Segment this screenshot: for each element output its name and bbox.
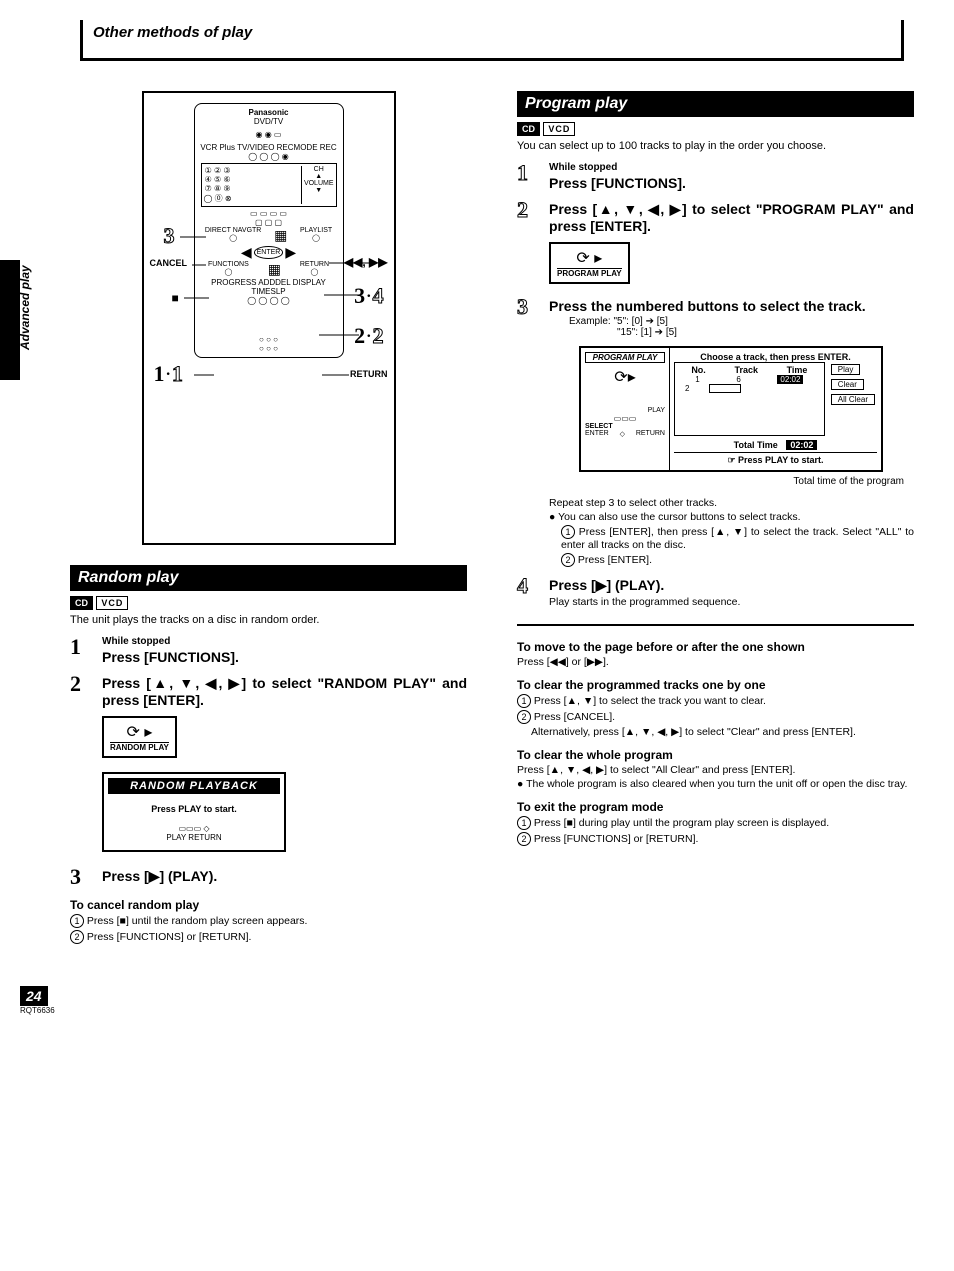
callout-return: RETURN xyxy=(350,369,388,379)
random-intro: The unit plays the tracks on a disc in r… xyxy=(70,614,467,626)
pstep-3-title: Press the numbered buttons to select the… xyxy=(549,298,914,314)
row1-time: 02:02 xyxy=(777,375,803,384)
move-text: Press [◀◀] or [▶▶]. xyxy=(517,656,914,668)
pstep-4-sub: Play starts in the programmed sequence. xyxy=(549,596,914,608)
clear1-alt: Alternatively, press [▲, ▼, ◀, ▶] to sel… xyxy=(517,726,914,738)
screen-caption: Total time of the program xyxy=(549,476,904,487)
ps-total-val: 02:02 xyxy=(786,440,817,450)
col-track: Track xyxy=(734,365,758,375)
exit-heading: To exit the program mode xyxy=(517,800,914,814)
left-column: Panasonic DVD/TV ◉ ◉ ▭ VCR Plus TV/VIDEO… xyxy=(70,81,467,946)
callout-3: 3 xyxy=(164,223,175,249)
side-label: Advanced play xyxy=(18,265,32,350)
ps-title: PROGRAM PLAY xyxy=(585,352,665,363)
cursor-1: 1 Press [ENTER], then press [▲, ▼] to se… xyxy=(549,525,914,551)
row1-no: 1 xyxy=(695,375,699,384)
pstep-4-number: 4 xyxy=(517,575,541,610)
ps-choose: Choose a track, then press ENTER. xyxy=(674,352,877,362)
callout-34: 3·4 xyxy=(354,283,383,309)
ps-btn-allclear: All Clear xyxy=(831,394,875,405)
repeat-text: Repeat step 3 to select other tracks. xyxy=(549,497,914,509)
divider xyxy=(517,624,914,626)
right-column: Program play CD VCD You can select up to… xyxy=(517,81,914,946)
step-2-number: 2 xyxy=(70,673,94,860)
remote-brand: Panasonic xyxy=(199,108,339,117)
program-play-screen: PROGRAM PLAY ⟳▸ PLAY ▭▭▭ SELECT ENTER◇RE… xyxy=(579,346,883,472)
badge-vcd-2: VCD xyxy=(543,122,575,136)
step-3-title: Press [▶] (PLAY). xyxy=(102,868,467,885)
clear1-1: 1 Press [▲, ▼] to select the track you w… xyxy=(517,694,914,708)
step-1-number: 1 xyxy=(70,636,94,667)
pstep-1-small: While stopped xyxy=(549,162,914,173)
step-3-number: 3 xyxy=(70,866,94,888)
step-1-small: While stopped xyxy=(102,636,467,647)
page-header: Other methods of play xyxy=(80,20,904,61)
exit-1: 1 Press [■] during play until the progra… xyxy=(517,816,914,830)
clearall-text: Press [▲, ▼, ◀, ▶] to select "All Clear"… xyxy=(517,764,914,776)
pstep-2-number: 2 xyxy=(517,199,541,290)
pstep-2-title: Press [▲, ▼, ◀, ▶] to select "PROGRAM PL… xyxy=(549,201,914,234)
ps-select-label: SELECT xyxy=(585,423,665,430)
cancel-random-1: 1 Press [■] until the random play screen… xyxy=(70,914,467,928)
rpb-text: Press PLAY to start. xyxy=(104,798,284,820)
cancel-random-heading: To cancel random play xyxy=(70,898,467,912)
ps-btn-clear: Clear xyxy=(831,379,864,390)
cancel-random-2: 2 Press [FUNCTIONS] or [RETURN]. xyxy=(70,930,467,944)
ps-play-label: PLAY xyxy=(585,407,665,414)
remote-subbrand: DVD/TV xyxy=(199,117,339,126)
pstep-4-title: Press [▶] (PLAY). xyxy=(549,577,914,594)
col-no: No. xyxy=(691,365,706,375)
program-icon: ⟳ ▸ xyxy=(557,248,622,268)
random-icon-label: RANDOM PLAY xyxy=(110,742,169,752)
move-heading: To move to the page before or after the … xyxy=(517,640,914,654)
callout-rewff: ◀◀, ▶▶ xyxy=(344,255,388,269)
col-time: Time xyxy=(787,365,808,375)
cursor-2: 2 Press [ENTER]. xyxy=(549,553,914,567)
row2-no: 2 xyxy=(685,384,689,393)
ps-hint: ☞ Press PLAY to start. xyxy=(674,452,877,466)
ps-nav-icon: ▭▭▭ xyxy=(585,414,665,423)
step-1-title: Press [FUNCTIONS]. xyxy=(102,649,467,665)
example-2: "15": [1] ➔ [5] xyxy=(617,327,914,338)
rpb-controls: ▭▭▭ ◇PLAY RETURN xyxy=(104,820,284,850)
callout-11: 1·1 xyxy=(154,361,183,387)
step-2-title: Press [▲, ▼, ◀, ▶] to select "RANDOM PLA… xyxy=(102,675,467,708)
exit-2: 2 Press [FUNCTIONS] or [RETURN]. xyxy=(517,832,914,846)
remote-diagram: Panasonic DVD/TV ◉ ◉ ▭ VCR Plus TV/VIDEO… xyxy=(142,91,396,545)
page-number: 24 xyxy=(20,986,48,1006)
clearall-note: ● The whole program is also cleared when… xyxy=(517,778,914,790)
ps-icon: ⟳▸ xyxy=(585,367,665,387)
clearall-heading: To clear the whole program xyxy=(517,748,914,762)
pstep-1-title: Press [FUNCTIONS]. xyxy=(549,175,914,191)
program-play-icon-box: ⟳ ▸ PROGRAM PLAY xyxy=(549,242,630,284)
random-play-header: Random play xyxy=(70,565,467,591)
clear1-heading: To clear the programmed tracks one by on… xyxy=(517,678,914,692)
ps-btn-play: Play xyxy=(831,364,861,375)
badge-cd-2: CD xyxy=(517,122,540,136)
callout-22: 2·2 xyxy=(354,323,383,349)
pstep-3-number: 3 xyxy=(517,296,541,569)
badge-cd: CD xyxy=(70,596,93,610)
badge-vcd: VCD xyxy=(96,596,128,610)
rpb-header: RANDOM PLAYBACK xyxy=(108,778,280,794)
ps-total-label: Total Time xyxy=(734,440,778,450)
program-intro: You can select up to 100 tracks to play … xyxy=(517,140,914,152)
side-tab xyxy=(0,260,20,380)
ps-return-label: RETURN xyxy=(636,430,665,438)
row1-track: 6 xyxy=(736,375,740,384)
program-play-header: Program play xyxy=(517,91,914,117)
program-icon-label: PROGRAM PLAY xyxy=(557,268,622,278)
pstep-1-number: 1 xyxy=(517,162,541,193)
callout-stop: ■ xyxy=(172,291,179,305)
clear1-2: 2 Press [CANCEL]. xyxy=(517,710,914,724)
doc-code: RQT6636 xyxy=(20,1006,914,1015)
callout-cancel: CANCEL xyxy=(150,258,188,268)
cursor-note: ● You can also use the cursor buttons to… xyxy=(549,511,914,523)
random-icon: ⟳ ▸ xyxy=(110,722,169,742)
example-1: Example: "5": [0] ➔ [5] xyxy=(569,316,914,327)
random-playback-screen: RANDOM PLAYBACK Press PLAY to start. ▭▭▭… xyxy=(102,772,286,852)
ps-enter-label: ENTER xyxy=(585,430,609,438)
random-play-icon-box: ⟳ ▸ RANDOM PLAY xyxy=(102,716,177,758)
